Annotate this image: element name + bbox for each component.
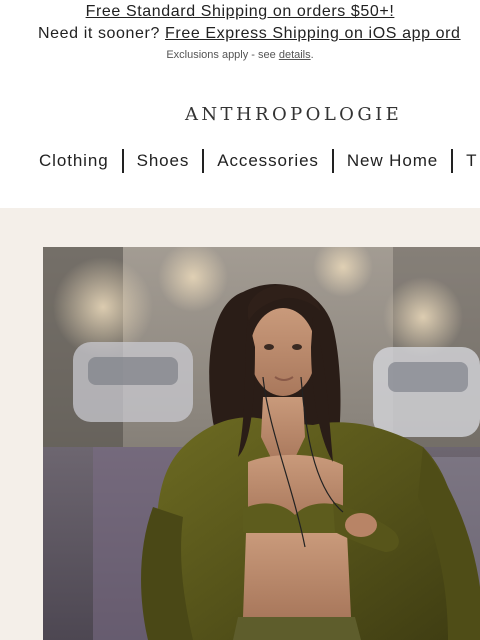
promo-banner: Free Standard Shipping on orders $50+! N… xyxy=(0,0,480,66)
main-nav: Clothing Shoes Accessories New Home T xyxy=(39,148,477,176)
nav-divider xyxy=(121,149,124,173)
promo-line-2: Need it sooner? Free Express Shipping on… xyxy=(38,25,461,43)
page: Free Standard Shipping on orders $50+! N… xyxy=(0,0,480,640)
hero-photo[interactable] xyxy=(43,247,480,640)
nav-divider xyxy=(202,149,205,173)
hero-photo-illustration xyxy=(43,247,480,640)
nav-divider xyxy=(451,149,454,173)
site-logo[interactable]: ANTHROPOLOGIE xyxy=(185,104,402,125)
free-shipping-link[interactable]: Free Standard Shipping on orders $50+! xyxy=(86,3,395,20)
nav-item-shoes[interactable]: Shoes xyxy=(137,148,190,174)
promo-line-1: Free Standard Shipping on orders $50+! xyxy=(0,3,480,21)
express-shipping-link[interactable]: Free Express Shipping on iOS app ord xyxy=(165,25,461,42)
nav-item-clothing[interactable]: Clothing xyxy=(39,148,109,174)
nav-divider xyxy=(331,149,334,173)
promo-line-2-prefix: Need it sooner? xyxy=(38,25,160,42)
promo-line-3: Exclusions apply - see details. xyxy=(0,49,480,61)
nav-item-new-home[interactable]: New Home xyxy=(347,148,438,174)
details-link[interactable]: details xyxy=(279,49,311,61)
nav-item-accessories[interactable]: Accessories xyxy=(217,148,319,174)
exclusions-period: . xyxy=(310,49,314,61)
exclusions-text: Exclusions apply - see xyxy=(166,49,276,61)
nav-item-truncated[interactable]: T xyxy=(466,148,477,174)
